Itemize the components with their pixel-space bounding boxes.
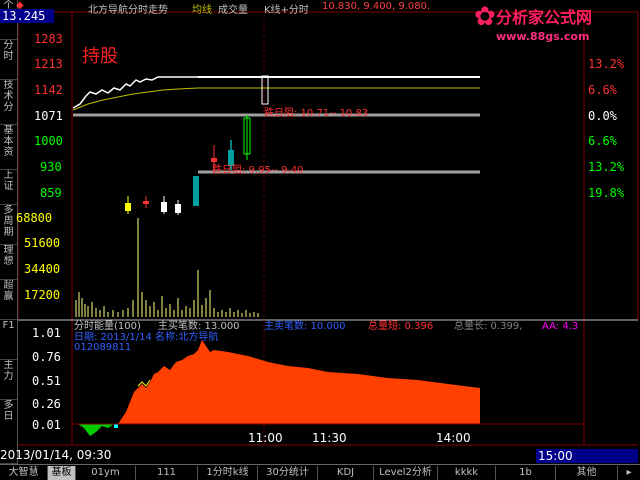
tab-1b[interactable]: 1b (496, 466, 556, 480)
x-date: 2013/01/14, 09:30 (0, 448, 112, 462)
current-price: 13.245 (0, 9, 54, 23)
tab-level2[interactable]: Level2分析 (374, 466, 438, 480)
avg-label[interactable]: 均线 (192, 1, 212, 16)
candles (125, 75, 269, 215)
y-left-4: 1000 (34, 134, 63, 148)
y-left-5: 930 (40, 160, 62, 174)
vol-label[interactable]: 成交量 (218, 1, 248, 16)
y-right-1: 6.6% (588, 83, 617, 97)
tab-dzh[interactable]: 大智慧 (0, 466, 48, 480)
lower-y-4: 0.01 (32, 418, 61, 432)
y-right-4: 13.2% (588, 160, 625, 174)
side-tab-technical[interactable]: 技术分 (0, 80, 17, 125)
lower-aa: AA: 4.3 (542, 321, 579, 332)
x-time-2: 11:30 (312, 431, 347, 445)
tab-scroll-arrow-icon[interactable]: ▸ (618, 466, 640, 480)
y-left-3: 1071 (34, 109, 63, 123)
tab-1min-k[interactable]: 1分时k线 (198, 466, 258, 480)
side-tab-fundamental[interactable]: 基本资 (0, 125, 17, 170)
avg-line (72, 87, 199, 111)
y-left-7: 68800 (16, 211, 53, 225)
y-left-1: 1213 (34, 57, 63, 71)
tab-30min-stat[interactable]: 30分统计 (258, 466, 318, 480)
lower-y-0: 1.01 (32, 326, 61, 340)
y-left-2: 1142 (34, 83, 63, 97)
side-tab-intraday[interactable]: 分时 (0, 40, 17, 80)
energy-green (78, 424, 114, 436)
lower-title: 分时能量(100) (74, 321, 141, 332)
y-left-8: 51600 (24, 236, 61, 250)
kline-label[interactable]: K线+分时 (264, 1, 309, 16)
annotation-1: 跌日阻: 10.71-- 10.83 (264, 108, 369, 119)
energy-cyan (114, 424, 118, 428)
volume-bars (75, 218, 259, 317)
tab-base[interactable]: 基板 (48, 466, 76, 480)
tab-01ym[interactable]: 01ym (76, 466, 136, 480)
energy-area (118, 340, 480, 424)
bottom-tab-bar: 大智慧 基板 01ym 111 1分时k线 30分统计 KDJ Level2分析… (0, 464, 640, 480)
tab-other[interactable]: 其他 (556, 466, 618, 480)
x-time-right: 15:00 (536, 449, 638, 463)
y-left-10: 17200 (24, 288, 61, 302)
chart-title: 北方导航分时走势 (88, 5, 168, 16)
chart-canvas (18, 11, 639, 446)
side-tab-mainforce[interactable]: 主力 (0, 360, 17, 400)
lower-y-2: 0.51 (32, 374, 61, 388)
lower-y-1: 0.76 (32, 350, 61, 364)
x-time-3: 14:00 (436, 431, 471, 445)
y-right-0: 13.2% (588, 57, 625, 71)
lower-trade: 主买笔数: 13.000 (158, 321, 240, 332)
watermark-text: 持股 (82, 46, 118, 67)
chart-area[interactable]: ◆ 13.245 北方导航分时走势 均线 成交量 K线+分时 10.830, 9… (0, 0, 640, 464)
lower-y-3: 0.26 (32, 397, 61, 411)
brand-title: 分析家公式网 (496, 8, 593, 27)
y-left-6: 859 (40, 186, 62, 200)
y-left-9: 34400 (24, 262, 61, 276)
tab-111[interactable]: 111 (136, 466, 198, 480)
lower-total-long: 总量长: 0.399, (454, 321, 523, 332)
side-tab-super[interactable]: 超赢 (0, 280, 17, 320)
tab-kkkk[interactable]: kkkk (438, 466, 496, 480)
side-tab-f1[interactable]: F1 (0, 320, 17, 360)
lower-total-short: 总量短: 0.396 (368, 321, 434, 332)
y-right-5: 19.8% (588, 186, 625, 200)
side-tab-shanghai[interactable]: 上证 (0, 170, 17, 205)
header-values: 10.830, 9.400, 9.080, (322, 1, 431, 12)
lower-active: 主卖笔数: 10.000 (264, 321, 346, 332)
lower-code: 012089811 (74, 342, 132, 353)
tab-kdj[interactable]: KDJ (318, 466, 374, 480)
y-right-3: 6.6% (588, 134, 617, 148)
side-tab-ideal[interactable]: 理想 (0, 245, 17, 280)
brand-url: www.88gs.com (496, 30, 590, 43)
y-left-0: 1283 (34, 32, 63, 46)
brand-logo-icon: ✿ (474, 2, 496, 32)
side-tab-bar: 个股 分时 技术分 基本资 上证 多周期 理想 超赢 F1 主力 多日 (0, 0, 18, 464)
annotation-2: 跌日阻: 9.95-- 9.40 (212, 165, 304, 176)
y-right-2: 0.0% (588, 109, 617, 123)
x-time-1: 11:00 (248, 431, 283, 445)
side-tab-multiperiod[interactable]: 多周期 (0, 205, 17, 245)
